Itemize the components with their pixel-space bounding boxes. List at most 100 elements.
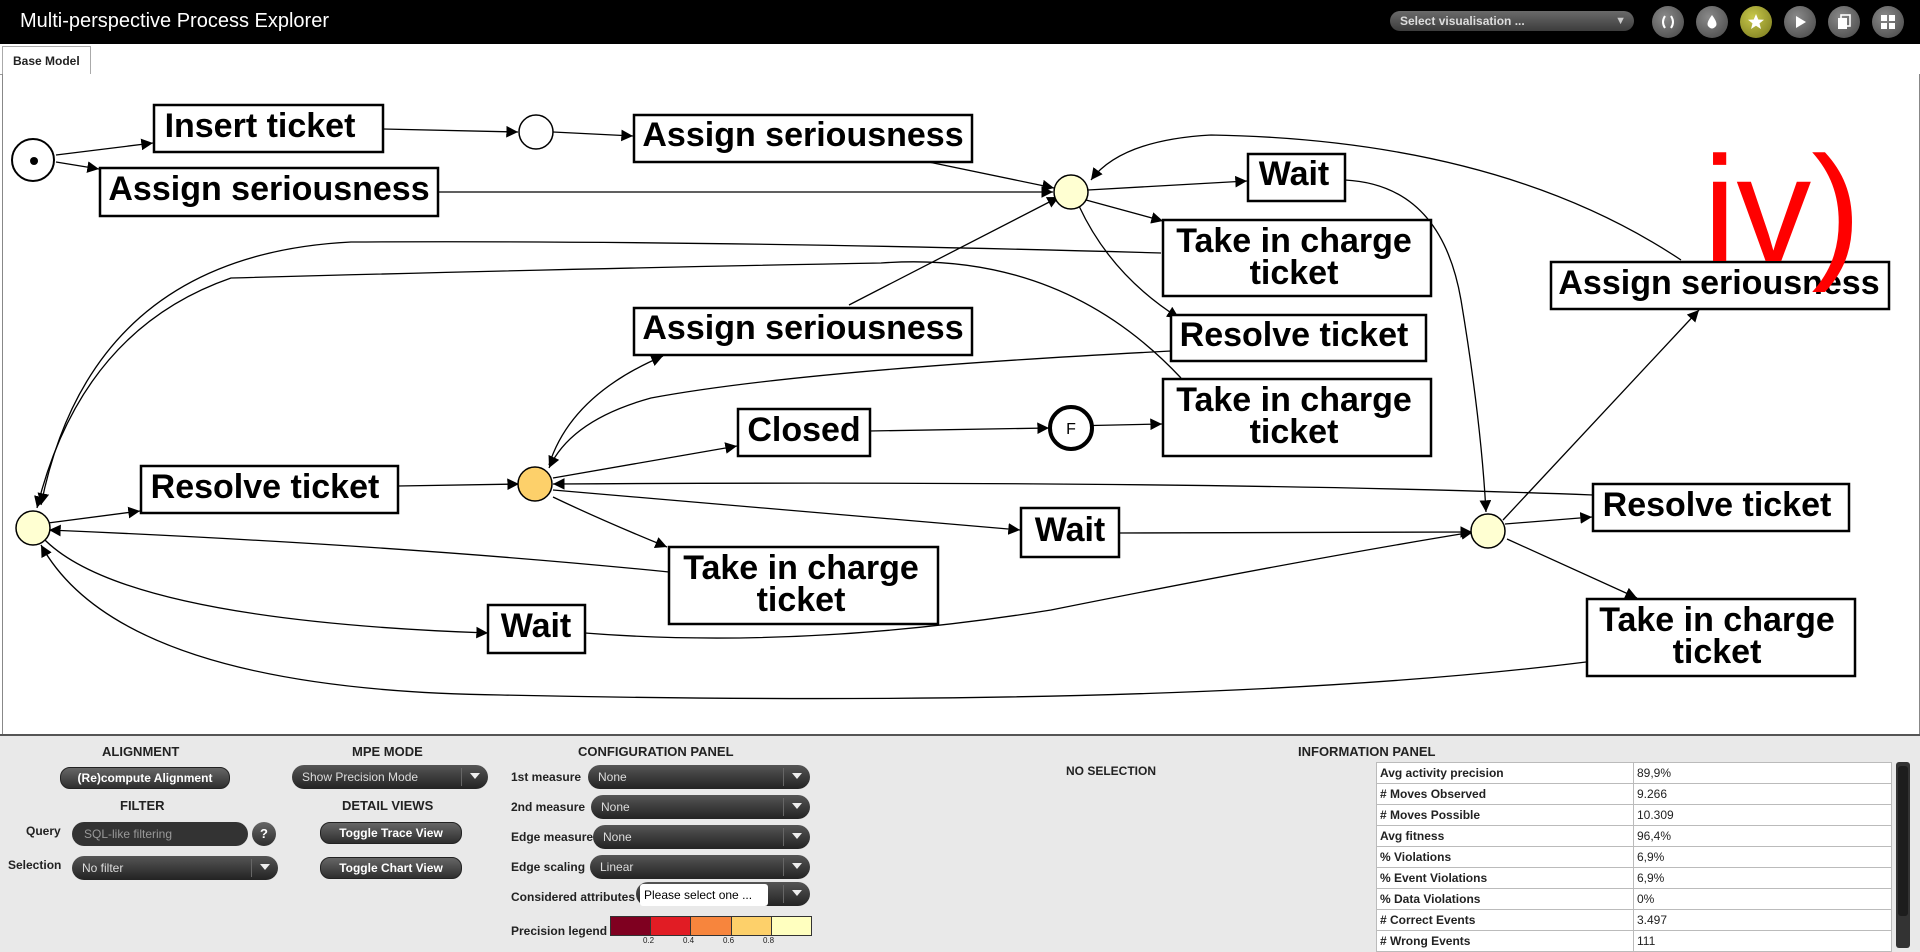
toggle-trace-view-button[interactable]: Toggle Trace View — [320, 822, 462, 844]
activity-resolve-ticket-mid[interactable]: Resolve ticket — [1169, 313, 1428, 363]
svg-text:Resolve ticket: Resolve ticket — [151, 468, 380, 506]
svg-text:ticket: ticket — [1250, 254, 1339, 292]
play-icon — [1796, 16, 1806, 28]
svg-text:Wait: Wait — [501, 607, 572, 645]
brackets-button[interactable] — [1652, 6, 1684, 38]
legend-tick: 0.6 — [723, 936, 735, 945]
info-value: 96,4% — [1633, 825, 1892, 847]
drop-icon — [1707, 15, 1717, 29]
arc — [1087, 175, 1248, 191]
info-key: Avg activity precision — [1376, 762, 1634, 784]
svg-text:Wait: Wait — [1035, 511, 1106, 549]
mpe-mode-dropdown[interactable]: Show Precision Mode — [292, 765, 488, 789]
considered-attributes-value[interactable]: Please select one ... — [640, 884, 768, 906]
arc — [1085, 199, 1164, 224]
arc — [47, 506, 141, 524]
activity-take-in-charge-1[interactable]: Take in charge ticket — [1161, 218, 1433, 298]
place[interactable] — [518, 114, 554, 150]
info-value: 111 — [1633, 930, 1892, 952]
first-measure-label: 1st measure — [511, 770, 582, 784]
activity-wait-bottom[interactable]: Wait — [486, 603, 587, 655]
process-model-graph[interactable]: • F Insert ticket Assign seriousness Ass… — [3, 74, 1919, 734]
filter-help-button[interactable]: ? — [252, 822, 276, 846]
tab-strip: Base Model — [0, 44, 1920, 76]
info-value: 3.497 — [1633, 909, 1892, 931]
table-row: # Wrong Events 111 — [1376, 930, 1892, 952]
activity-insert-ticket[interactable]: Insert ticket — [152, 103, 385, 154]
second-measure-dropdown[interactable]: None — [591, 795, 810, 819]
drop-button[interactable] — [1696, 6, 1728, 38]
activity-assign-seriousness-mid[interactable]: Assign seriousness — [632, 306, 974, 357]
activity-wait-top[interactable]: Wait — [1246, 152, 1347, 203]
process-model-canvas[interactable]: • F Insert ticket Assign seriousness Ass… — [2, 74, 1920, 802]
activity-take-in-charge-2[interactable]: Take in charge ticket — [1161, 377, 1433, 458]
edge-measure-dropdown[interactable]: None — [593, 825, 810, 849]
scrollbar-thumb[interactable] — [1898, 766, 1908, 916]
place[interactable] — [15, 510, 51, 546]
chevron-down-icon — [792, 890, 802, 896]
activity-resolve-ticket-right[interactable]: Resolve ticket — [1591, 482, 1851, 533]
toggle-chart-view-button[interactable]: Toggle Chart View — [320, 857, 462, 879]
select-visualisation-dropdown[interactable]: Select visualisation ... ▼ — [1390, 11, 1634, 31]
svg-text:Wait: Wait — [1259, 155, 1330, 193]
activity-take-in-charge-3[interactable]: Take in charge ticket — [667, 545, 940, 626]
svg-text:Assign seriousness: Assign seriousness — [108, 170, 429, 208]
info-key: # Wrong Events — [1376, 930, 1634, 952]
star-button[interactable] — [1740, 6, 1772, 38]
arc — [42, 537, 489, 639]
first-measure-dropdown[interactable]: None — [588, 765, 810, 789]
play-button[interactable] — [1784, 6, 1816, 38]
edge-scaling-dropdown[interactable]: Linear — [590, 855, 810, 879]
no-selection-label: NO SELECTION — [1066, 764, 1157, 778]
recompute-alignment-button[interactable]: (Re)compute Alignment — [60, 767, 230, 789]
info-key: % Violations — [1376, 846, 1634, 868]
chevron-down-icon — [470, 773, 480, 779]
legend-swatch — [611, 917, 652, 935]
arc — [55, 161, 100, 173]
activity-assign-seriousness-top[interactable]: Assign seriousness — [632, 113, 974, 164]
svg-text:Assign seriousness: Assign seriousness — [642, 116, 963, 154]
info-value: 6,9% — [1633, 846, 1892, 868]
place[interactable] — [517, 466, 553, 502]
svg-text:Insert ticket: Insert ticket — [165, 107, 356, 145]
configuration-panel-title: CONFIGURATION PANEL — [578, 744, 734, 759]
table-row: # Moves Observed 9.266 — [1376, 783, 1892, 805]
chevron-down-icon: ▼ — [1615, 15, 1626, 27]
svg-text:ticket: ticket — [1673, 633, 1762, 671]
info-key: Avg fitness — [1376, 825, 1634, 847]
start-symbol: • — [29, 145, 39, 176]
information-scrollbar[interactable] — [1896, 762, 1910, 948]
selection-dropdown[interactable]: No filter — [72, 856, 278, 880]
activity-take-in-charge-4[interactable]: Take in charge ticket — [1585, 597, 1857, 678]
chevron-down-icon — [260, 864, 270, 870]
activity-wait-mid[interactable]: Wait — [1019, 506, 1121, 559]
table-row: % Data Violations 0% — [1376, 888, 1892, 910]
selection-label: Selection — [8, 858, 62, 872]
tab-base-model[interactable]: Base Model — [2, 46, 91, 76]
table-row: Avg activity precision 89,9% — [1376, 762, 1892, 784]
copy-button[interactable] — [1828, 6, 1860, 38]
chevron-down-icon — [792, 803, 802, 809]
grid-button[interactable] — [1872, 6, 1904, 38]
legend-tick: 0.2 — [643, 936, 655, 945]
arc — [1504, 512, 1593, 525]
mpe-mode-title: MPE MODE — [352, 744, 423, 759]
legend-swatch — [691, 917, 732, 935]
edge-scaling-value: Linear — [600, 860, 634, 874]
arc — [1118, 526, 1473, 538]
query-input[interactable]: SQL-like filtering — [72, 822, 248, 846]
activity-resolve-ticket-left[interactable]: Resolve ticket — [139, 464, 400, 515]
query-label: Query — [26, 824, 61, 838]
activity-assign-seriousness-start[interactable]: Assign seriousness — [98, 166, 440, 218]
place[interactable] — [1053, 174, 1089, 210]
arc — [382, 125, 519, 138]
arc — [552, 442, 738, 479]
grid-icon — [1881, 15, 1895, 29]
precision-legend — [610, 916, 812, 936]
arc — [552, 496, 668, 548]
place[interactable] — [1470, 513, 1506, 549]
activity-closed[interactable]: Closed — [736, 407, 872, 458]
table-row: % Event Violations 6,9% — [1376, 867, 1892, 889]
information-panel-title: INFORMATION PANEL — [1298, 744, 1436, 759]
arc — [552, 129, 634, 142]
